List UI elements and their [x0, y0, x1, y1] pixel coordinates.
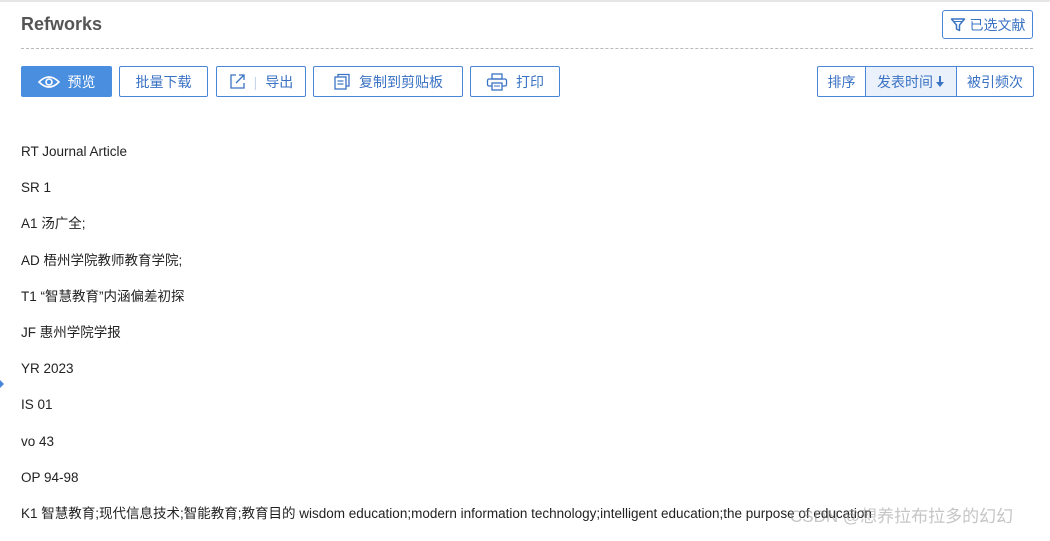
copy-to-clipboard-label: 复制到剪贴板: [359, 73, 443, 90]
preview-label: 预览: [67, 73, 96, 90]
printer-icon: [486, 72, 508, 91]
header-divider: [21, 48, 1033, 49]
record-line: RT Journal Article: [21, 144, 128, 159]
sort-label: 排序: [827, 73, 856, 90]
record-line: AD 梧州学院教师教育学院;: [21, 252, 183, 268]
clipboard-icon: [333, 73, 351, 91]
eye-icon: [37, 75, 60, 89]
selected-documents-button[interactable]: 已选文献: [942, 10, 1033, 39]
selected-documents-label: 已选文献: [969, 16, 1026, 33]
sort-by-date-label: 发表时间: [877, 73, 933, 90]
record-line: vo 43: [21, 433, 55, 449]
sort-by-citations-label: 被引频次: [967, 73, 1023, 90]
record-line: OP 94-98: [21, 469, 79, 485]
print-button[interactable]: 打印: [470, 66, 560, 97]
arrow-down-icon: [935, 75, 945, 88]
record-line: T1 “智慧教育”内涵偏差初探: [21, 288, 185, 304]
sort-by-date-button[interactable]: 发表时间: [865, 66, 957, 97]
export-separator: |: [253, 73, 258, 90]
refworks-record-list: RT Journal Article SR 1 A1 汤广全; AD 梧州学院教…: [21, 143, 1041, 541]
record-line: SR 1: [21, 180, 52, 196]
record-line: A1 汤广全;: [21, 216, 86, 232]
export-icon: [229, 73, 246, 90]
export-button[interactable]: | 导出: [216, 66, 306, 97]
batch-download-label: 批量下载: [135, 73, 192, 90]
sort-by-citations-button[interactable]: 被引频次: [956, 66, 1034, 97]
sort-button[interactable]: 排序: [817, 66, 866, 97]
preview-button[interactable]: 预览: [21, 66, 112, 97]
record-line: YR 2023: [21, 361, 74, 377]
record-line: IS 01: [21, 397, 53, 413]
copy-to-clipboard-button[interactable]: 复制到剪贴板: [313, 66, 463, 97]
record-line: JF 惠州学院学报: [21, 324, 121, 340]
batch-download-button[interactable]: 批量下载: [119, 66, 208, 97]
page-title: Refworks: [21, 14, 103, 34]
print-label: 打印: [516, 73, 544, 90]
filter-icon: [950, 17, 966, 33]
watermark: CSDN @想养拉布拉多的幻幻: [790, 507, 1014, 526]
left-edge-marker: [0, 380, 4, 388]
export-label: 导出: [265, 73, 294, 90]
top-border: [0, 0, 1050, 2]
